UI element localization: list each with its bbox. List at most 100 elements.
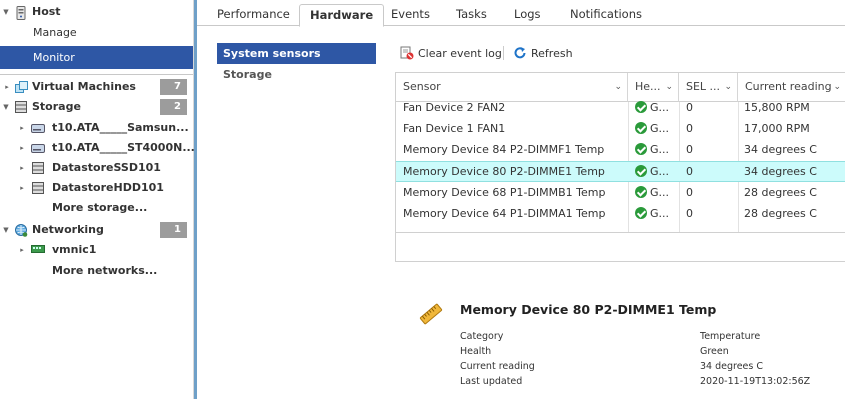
expand-caret-icon[interactable]: ▸ (18, 183, 26, 193)
cell-sensor: Memory Device 80 P2-DIMME1 Temp (403, 165, 605, 178)
nav-storage-item[interactable]: ▸ t10.ATA_____ST4000N... (0, 137, 195, 158)
cell-sel: 0 (686, 165, 693, 178)
cell-health: G... (635, 161, 677, 182)
subnav-storage[interactable]: Storage (217, 64, 376, 85)
cell-sensor: Fan Device 2 FAN2 (403, 101, 506, 114)
more-storage-label: More storage... (52, 201, 148, 214)
thermometer-icon (418, 301, 444, 327)
nav-storage-item-label: DatastoreSSD101 (52, 161, 161, 174)
expand-caret-icon[interactable]: ▸ (18, 123, 26, 133)
column-header-reading-label: Current reading (745, 80, 832, 93)
cell-health: G... (635, 182, 677, 203)
cell-reading: 15,800 RPM (744, 101, 810, 114)
cell-reading: 28 degrees C (744, 207, 817, 220)
cell-health-label: G... (650, 186, 670, 199)
cell-reading: 17,000 RPM (744, 122, 810, 135)
storage-count-badge: 2 (160, 98, 187, 115)
cell-sel: 0 (686, 143, 693, 156)
nav-manage[interactable]: Manage (0, 22, 193, 43)
cell-health-label: G... (650, 122, 670, 135)
nav-virtual-machines[interactable]: ▸ Virtual Machines 7 (0, 76, 193, 97)
table-row[interactable]: Memory Device 64 P1-DIMMA1 Temp G... 0 2… (396, 203, 845, 224)
cell-sensor: Fan Device 1 FAN1 (403, 122, 506, 135)
tab-performance[interactable]: Performance (207, 4, 300, 26)
expand-caret-icon[interactable]: ▸ (18, 163, 26, 173)
tab-logs[interactable]: Logs (504, 4, 551, 26)
nav-storage-item-label: DatastoreHDD101 (52, 181, 164, 194)
subnav-system-sensors[interactable]: System sensors (217, 43, 376, 64)
pane-splitter[interactable] (194, 0, 197, 399)
cell-health-label: G... (650, 165, 670, 178)
nav-network-item-label: vmnic1 (52, 243, 97, 256)
cell-sel: 0 (686, 122, 693, 135)
grid-footer-divider (396, 232, 845, 233)
nav-divider (0, 74, 193, 75)
collapse-caret-icon[interactable]: ▼ (2, 102, 10, 112)
cell-health: G... (635, 139, 677, 160)
table-row-selected[interactable]: Memory Device 80 P2-DIMME1 Temp G... 0 3… (396, 161, 845, 182)
collapse-caret-icon[interactable]: ▼ (2, 7, 10, 17)
cell-health: G... (635, 203, 677, 224)
expand-caret-icon[interactable]: ▸ (18, 245, 26, 255)
cell-reading: 34 degrees C (744, 165, 817, 178)
clear-event-log-button[interactable]: Clear event log (400, 44, 502, 62)
detail-value: Temperature (700, 331, 761, 342)
refresh-button[interactable]: Refresh (513, 44, 573, 62)
column-header-health-label: He... (635, 80, 661, 93)
tab-notifications[interactable]: Notifications (560, 4, 652, 26)
detail-value: 34 degrees C (700, 361, 764, 372)
column-header-sel-label: SEL ... (686, 80, 721, 93)
nav-storage[interactable]: ▼ Storage 2 (0, 96, 193, 117)
sensors-grid: Sensor ⌄ He... ⌄ SEL ... ⌄ Current readi… (395, 72, 845, 262)
status-ok-icon (635, 101, 647, 113)
collapse-caret-icon[interactable]: ▼ (2, 225, 10, 235)
tab-events[interactable]: Events (381, 4, 440, 26)
cell-reading: 34 degrees C (744, 143, 817, 156)
clear-event-log-label: Clear event log (418, 46, 502, 60)
detail-label: Health (460, 346, 492, 357)
refresh-icon (513, 46, 527, 60)
nav-monitor[interactable]: Monitor (0, 46, 193, 69)
cell-health: G... (635, 118, 677, 139)
nav-storage-item[interactable]: ▸ DatastoreSSD101 (0, 157, 193, 178)
table-row[interactable]: Fan Device 2 FAN2 G... 0 15,800 RPM (396, 97, 845, 118)
more-storage-link[interactable]: More storage... (0, 197, 193, 218)
table-row[interactable]: Memory Device 68 P1-DIMMB1 Temp G... 0 2… (396, 182, 845, 203)
expand-caret-icon[interactable]: ▸ (3, 82, 11, 92)
networking-count-badge: 1 (160, 221, 187, 238)
tab-hardware[interactable]: Hardware (299, 4, 385, 27)
status-ok-icon (635, 165, 647, 177)
detail-value: 2020-11-19T13:02:56Z (700, 376, 811, 387)
tab-tasks[interactable]: Tasks (446, 4, 497, 26)
toolbar-separator (503, 46, 504, 60)
detail-title: Memory Device 80 P2-DIMME1 Temp (460, 302, 717, 317)
disk-icon (31, 142, 45, 154)
cell-health-label: G... (650, 207, 670, 220)
datastore-icon (32, 181, 44, 194)
cell-reading: 28 degrees C (744, 186, 817, 199)
cell-sel: 0 (686, 101, 693, 114)
more-networks-label: More networks... (52, 264, 158, 277)
more-networks-link[interactable]: More networks... (0, 260, 193, 281)
nav-networking-label: Networking (32, 223, 104, 236)
nav-manage-label: Manage (33, 26, 77, 39)
nav-host[interactable]: ▼ Host (0, 1, 193, 22)
nav-network-item[interactable]: ▸ vmnic1 (0, 239, 193, 260)
nav-storage-item[interactable]: ▸ t10.ATA_____Samsun... (0, 117, 193, 138)
cell-health: G... (635, 97, 677, 118)
nav-monitor-label: Monitor (33, 51, 75, 64)
navigator-panel: ▼ Host Manage Monitor ▸ Virtual Machines… (0, 0, 195, 399)
nav-storage-item[interactable]: ▸ DatastoreHDD101 (0, 177, 193, 198)
detail-label: Last updated (460, 376, 523, 387)
clear-log-icon (400, 46, 414, 60)
table-row[interactable]: Fan Device 1 FAN1 G... 0 17,000 RPM (396, 118, 845, 139)
detail-value: Green (700, 346, 729, 357)
expand-caret-icon[interactable]: ▸ (18, 143, 26, 153)
detail-label: Category (460, 331, 504, 342)
table-row[interactable]: Memory Device 84 P2-DIMMF1 Temp G... 0 3… (396, 139, 845, 160)
column-header-sensor-label: Sensor (403, 80, 441, 93)
nav-storage-item-label: t10.ATA_____ST4000N... (52, 141, 195, 154)
nav-networking[interactable]: ▼ Networking 1 (0, 219, 193, 240)
cell-health-label: G... (650, 143, 670, 156)
host-icon (15, 5, 27, 20)
